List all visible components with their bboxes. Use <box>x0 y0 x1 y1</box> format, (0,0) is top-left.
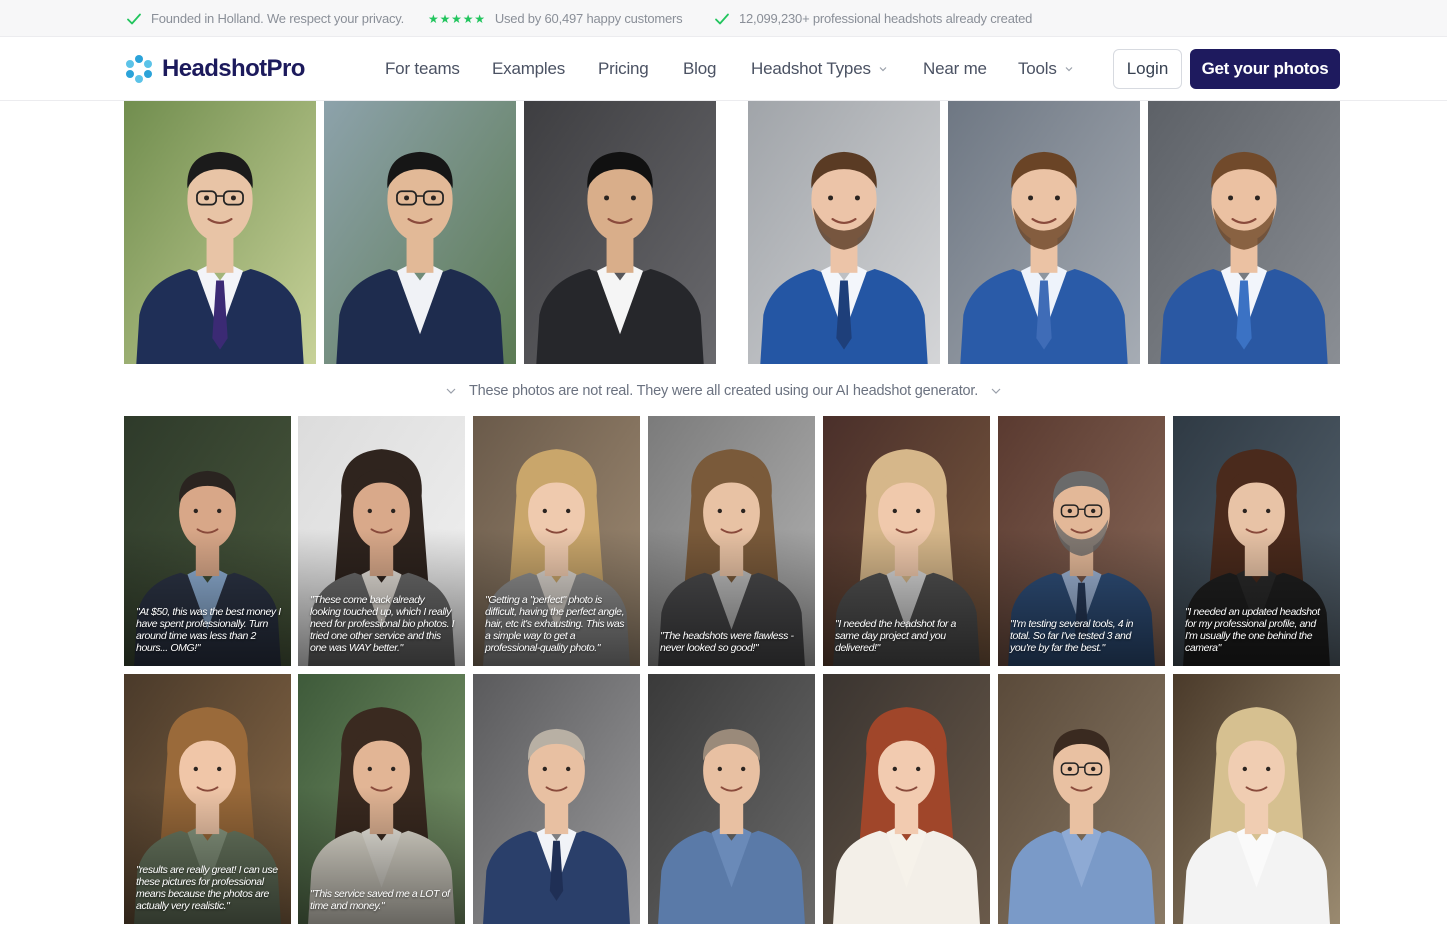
review-tile: "At $50, this was the best money I have … <box>124 416 291 666</box>
review-tile <box>1173 674 1340 924</box>
nav-link-headshot-types[interactable]: Headshot Types <box>751 37 888 101</box>
chevron-down-icon <box>991 388 1001 394</box>
nav-tools-label: Tools <box>1018 59 1057 78</box>
review-quote: "I'm testing several tools, 4 in total. … <box>1010 618 1134 654</box>
review-quote: "results are really great! I can use the… <box>136 864 278 912</box>
review-tile <box>648 674 815 924</box>
review-tile: "I'm testing several tools, 4 in total. … <box>998 416 1165 666</box>
logo-icon <box>126 55 152 83</box>
nav-link-examples[interactable]: Examples <box>492 37 565 101</box>
review-tile: "The headshots were flawless - never loo… <box>648 416 815 666</box>
chevron-down-icon <box>446 388 456 394</box>
review-quote: "I needed the headshot for a same day pr… <box>835 618 956 654</box>
review-quote: "The headshots were flawless - never loo… <box>660 630 794 654</box>
star-icon: ★ <box>462 11 474 26</box>
main-nav: HeadshotPro For teams Examples Pricing B… <box>0 37 1447 101</box>
example-headshot <box>524 101 716 364</box>
review-quote: "These come back already looking touched… <box>310 594 455 654</box>
example-headshot <box>1148 101 1340 364</box>
chevron-down-icon <box>879 67 887 72</box>
nav-link-for-teams[interactable]: For teams <box>385 37 460 101</box>
review-tile: "results are really great! I can use the… <box>124 674 291 924</box>
trust-customers-text: Used by 60,497 happy customers <box>494 11 683 26</box>
trust-privacy-text: Founded in Holland. We respect your priv… <box>151 11 405 26</box>
trust-item-customers: ★ ★ ★ ★ ★ Used by 60,497 happy customers <box>428 0 683 37</box>
example-headshot <box>124 101 316 364</box>
login-button[interactable]: Login <box>1113 49 1182 89</box>
review-tile: "These come back already looking touched… <box>298 416 465 666</box>
trust-bar: Founded in Holland. We respect your priv… <box>0 0 1447 37</box>
nav-link-pricing[interactable]: Pricing <box>598 37 649 101</box>
trust-headshots-text: 12,099,230+ professional headshots alrea… <box>739 11 1033 26</box>
review-tile: "I needed an updated headshot for my pro… <box>1173 416 1340 666</box>
nav-headshot-types-label: Headshot Types <box>751 59 871 78</box>
example-headshot <box>948 101 1140 364</box>
trust-item-privacy: Founded in Holland. We respect your priv… <box>126 0 404 37</box>
rating-stars: ★ ★ ★ ★ ★ <box>428 13 486 25</box>
star-icon: ★ <box>474 11 485 26</box>
chevron-down-icon <box>1065 67 1073 72</box>
review-tile <box>473 674 640 924</box>
star-icon: ★ <box>428 11 439 26</box>
nav-link-blog[interactable]: Blog <box>683 37 716 101</box>
brand-name: HeadshotPro <box>162 55 305 82</box>
review-quote: "At $50, this was the best money I have … <box>136 606 281 654</box>
review-tile <box>998 674 1165 924</box>
ai-disclaimer: These photos are not real. They were all… <box>0 378 1447 404</box>
nav-link-tools[interactable]: Tools <box>1018 37 1074 101</box>
review-quote: "Getting a "perfect" photo is difficult,… <box>485 594 625 654</box>
review-quote: "I needed an updated headshot for my pro… <box>1185 606 1320 654</box>
get-your-photos-button[interactable]: Get your photos <box>1190 49 1340 89</box>
nav-link-near-me[interactable]: Near me <box>923 37 987 101</box>
review-quote: "This service saved me a LOT of time and… <box>310 888 450 912</box>
review-tile <box>823 674 990 924</box>
check-icon <box>127 13 141 24</box>
ai-disclaimer-text: These photos are not real. They were all… <box>468 383 979 399</box>
trust-item-headshots: 12,099,230+ professional headshots alrea… <box>714 0 1032 37</box>
star-icon: ★ <box>451 11 462 26</box>
example-headshot <box>324 101 516 364</box>
review-tile: "This service saved me a LOT of time and… <box>298 674 465 924</box>
example-headshot <box>748 101 940 364</box>
brand-logo[interactable]: HeadshotPro <box>124 53 305 85</box>
star-icon: ★ <box>439 11 451 26</box>
review-tile: "I needed the headshot for a same day pr… <box>823 416 990 666</box>
review-tile: "Getting a "perfect" photo is difficult,… <box>473 416 640 666</box>
check-icon <box>715 13 729 24</box>
